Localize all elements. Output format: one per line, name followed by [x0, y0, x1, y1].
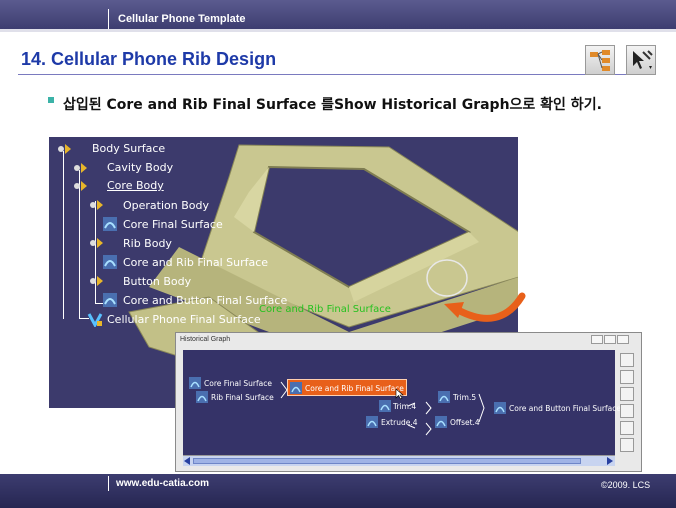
tree-item-core-body[interactable]: Core Body — [107, 179, 164, 192]
tree-item-cellular-phone-final-surface[interactable]: Cellular Phone Final Surface — [107, 313, 261, 326]
core-final-surface-node-icon — [189, 377, 201, 389]
title-divider — [18, 74, 656, 75]
graph-node-core-and-button-final-surface[interactable]: Core and Button Final Surface — [509, 404, 621, 413]
tree-item-core-final-surface[interactable]: Core Final Surface — [123, 218, 223, 231]
3d-feature-label: Core and Rib Final Surface — [259, 304, 391, 315]
graph-node-rib-final-surface[interactable]: Rib Final Surface — [211, 393, 274, 402]
button-body-icon — [90, 276, 103, 286]
trim-5-node-icon — [438, 391, 450, 403]
graph-node-trim-4[interactable]: Trim.4 — [393, 402, 416, 411]
maximize-button[interactable] — [604, 335, 616, 344]
core-and-button-surface-icon — [103, 293, 117, 307]
footer-divider — [108, 476, 109, 491]
graph-node-core-and-rib-final-surface[interactable]: Core and Rib Final Surface — [305, 384, 404, 393]
extrude-4-node-icon — [366, 416, 378, 428]
scroll-thumb[interactable] — [193, 458, 581, 464]
footer-bar: www.edu-catia.com ©2009. LCS — [0, 474, 676, 508]
final-surface-icon — [87, 313, 103, 327]
tree-item-core-and-rib-final-surface[interactable]: Core and Rib Final Surface — [123, 256, 268, 269]
graph-node-trim-5[interactable]: Trim.5 — [453, 393, 476, 402]
tree-item-body-surface[interactable]: Body Surface — [92, 142, 165, 155]
graph-surface-icon[interactable] — [620, 421, 634, 435]
core-and-rib-surface-icon — [103, 255, 117, 269]
bullet-marker — [48, 97, 54, 103]
show-historical-graph-icon[interactable] — [585, 45, 615, 75]
historical-graph-canvas[interactable]: Core Final Surface Rib Final Surface Cor… — [183, 350, 621, 455]
graph-collapse-icon[interactable] — [620, 387, 634, 401]
historical-graph-title: Historical Graph — [180, 336, 231, 343]
tree-item-cavity-body[interactable]: Cavity Body — [107, 161, 173, 174]
rib-body-icon — [90, 238, 103, 248]
offset-4-node-icon — [435, 416, 447, 428]
scroll-right-icon[interactable] — [607, 457, 613, 465]
tree-item-operation-body[interactable]: Operation Body — [123, 199, 209, 212]
rib-final-surface-node-icon — [196, 391, 208, 403]
core-body-icon — [74, 181, 87, 191]
orange-curved-arrow-icon — [444, 292, 526, 322]
graph-centered-icon[interactable] — [620, 353, 634, 367]
graph-node-extrude-4[interactable]: Extrude.4 — [381, 418, 418, 427]
close-button[interactable] — [617, 335, 629, 344]
historical-graph-window[interactable]: Historical Graph Core Final Surface Rib … — [175, 332, 642, 472]
bullet-text: 삽입된 Core and Rib Final Surface 를Show His… — [63, 97, 602, 113]
core-final-surface-icon — [103, 217, 117, 231]
tree-item-button-body[interactable]: Button Body — [123, 275, 191, 288]
horizontal-scrollbar[interactable] — [183, 455, 615, 466]
trim-4-node-icon — [379, 400, 391, 412]
scroll-left-icon[interactable] — [184, 457, 190, 465]
header-bar: Cellular Phone Template — [0, 0, 676, 32]
operation-body-icon — [90, 200, 103, 210]
tree-item-rib-body[interactable]: Rib Body — [123, 237, 172, 250]
footer-copyright: ©2009. LCS — [601, 480, 651, 490]
graph-node-core-final-surface[interactable]: Core Final Surface — [204, 379, 272, 388]
header-divider — [108, 9, 109, 29]
template-title: Cellular Phone Template — [118, 13, 246, 25]
graph-node-offset-4[interactable]: Offset.4 — [450, 418, 480, 427]
mouse-pointer-icon — [395, 388, 404, 400]
cavity-body-icon — [74, 163, 87, 173]
core-and-rib-node-icon — [290, 382, 302, 394]
page-title: 14. Cellular Phone Rib Design — [21, 49, 277, 69]
core-and-button-node-icon — [494, 402, 506, 414]
graph-parents-icon[interactable] — [620, 404, 634, 418]
graph-reframe-icon[interactable] — [620, 438, 634, 452]
tools-cursor-icon[interactable] — [626, 45, 656, 75]
footer-url[interactable]: www.edu-catia.com — [116, 478, 209, 489]
graph-expand-icon[interactable] — [620, 370, 634, 384]
minimize-button[interactable] — [591, 335, 603, 344]
body-surface-icon — [58, 144, 71, 154]
